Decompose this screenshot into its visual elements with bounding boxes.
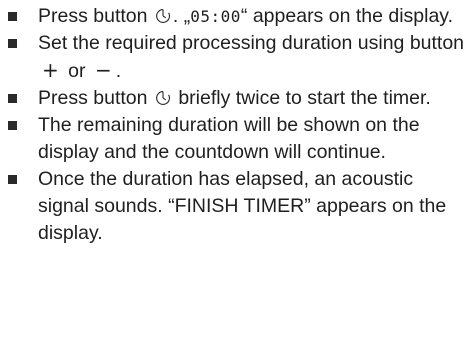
square-bullet-icon xyxy=(8,39,17,48)
step-3-text-end: briefly twice to start the timer. xyxy=(172,87,431,109)
instruction-step-5: Once the duration has elapsed, an acoust… xyxy=(0,166,466,247)
plus-button-symbol: + xyxy=(42,58,59,82)
instruction-list: Press button . „05:00“ appears on the di… xyxy=(0,3,466,247)
square-bullet-icon xyxy=(8,121,17,130)
display-time-value: 05:00 xyxy=(190,7,241,26)
square-bullet-icon xyxy=(8,175,17,184)
step-5-text: Once the duration has elapsed, an acoust… xyxy=(38,168,447,244)
minus-button-symbol: − xyxy=(94,58,112,82)
square-bullet-icon xyxy=(8,94,17,103)
square-bullet-icon xyxy=(8,12,17,21)
step-1-text-start: Press button xyxy=(38,5,153,27)
step-3-text-start: Press button xyxy=(38,87,153,109)
step-2-or: or xyxy=(62,60,91,82)
instruction-step-4: The remaining duration will be shown on … xyxy=(0,112,466,166)
step-2-text: Set the required processing duration usi… xyxy=(38,32,465,54)
instruction-document: Press button . „05:00“ appears on the di… xyxy=(0,0,466,346)
step-1-text-after-icon: . xyxy=(172,5,184,27)
instruction-step-2: Set the required processing duration usi… xyxy=(0,30,466,85)
timer-icon xyxy=(155,8,171,24)
step-2-end: . xyxy=(115,60,122,82)
step-1-text-end: appears on the display. xyxy=(247,5,454,27)
timer-icon xyxy=(155,90,171,106)
step-4-text: The remaining duration will be shown on … xyxy=(38,114,420,163)
instruction-step-1: Press button . „05:00“ appears on the di… xyxy=(0,3,466,30)
instruction-step-3: Press button briefly twice to start the … xyxy=(0,85,466,112)
